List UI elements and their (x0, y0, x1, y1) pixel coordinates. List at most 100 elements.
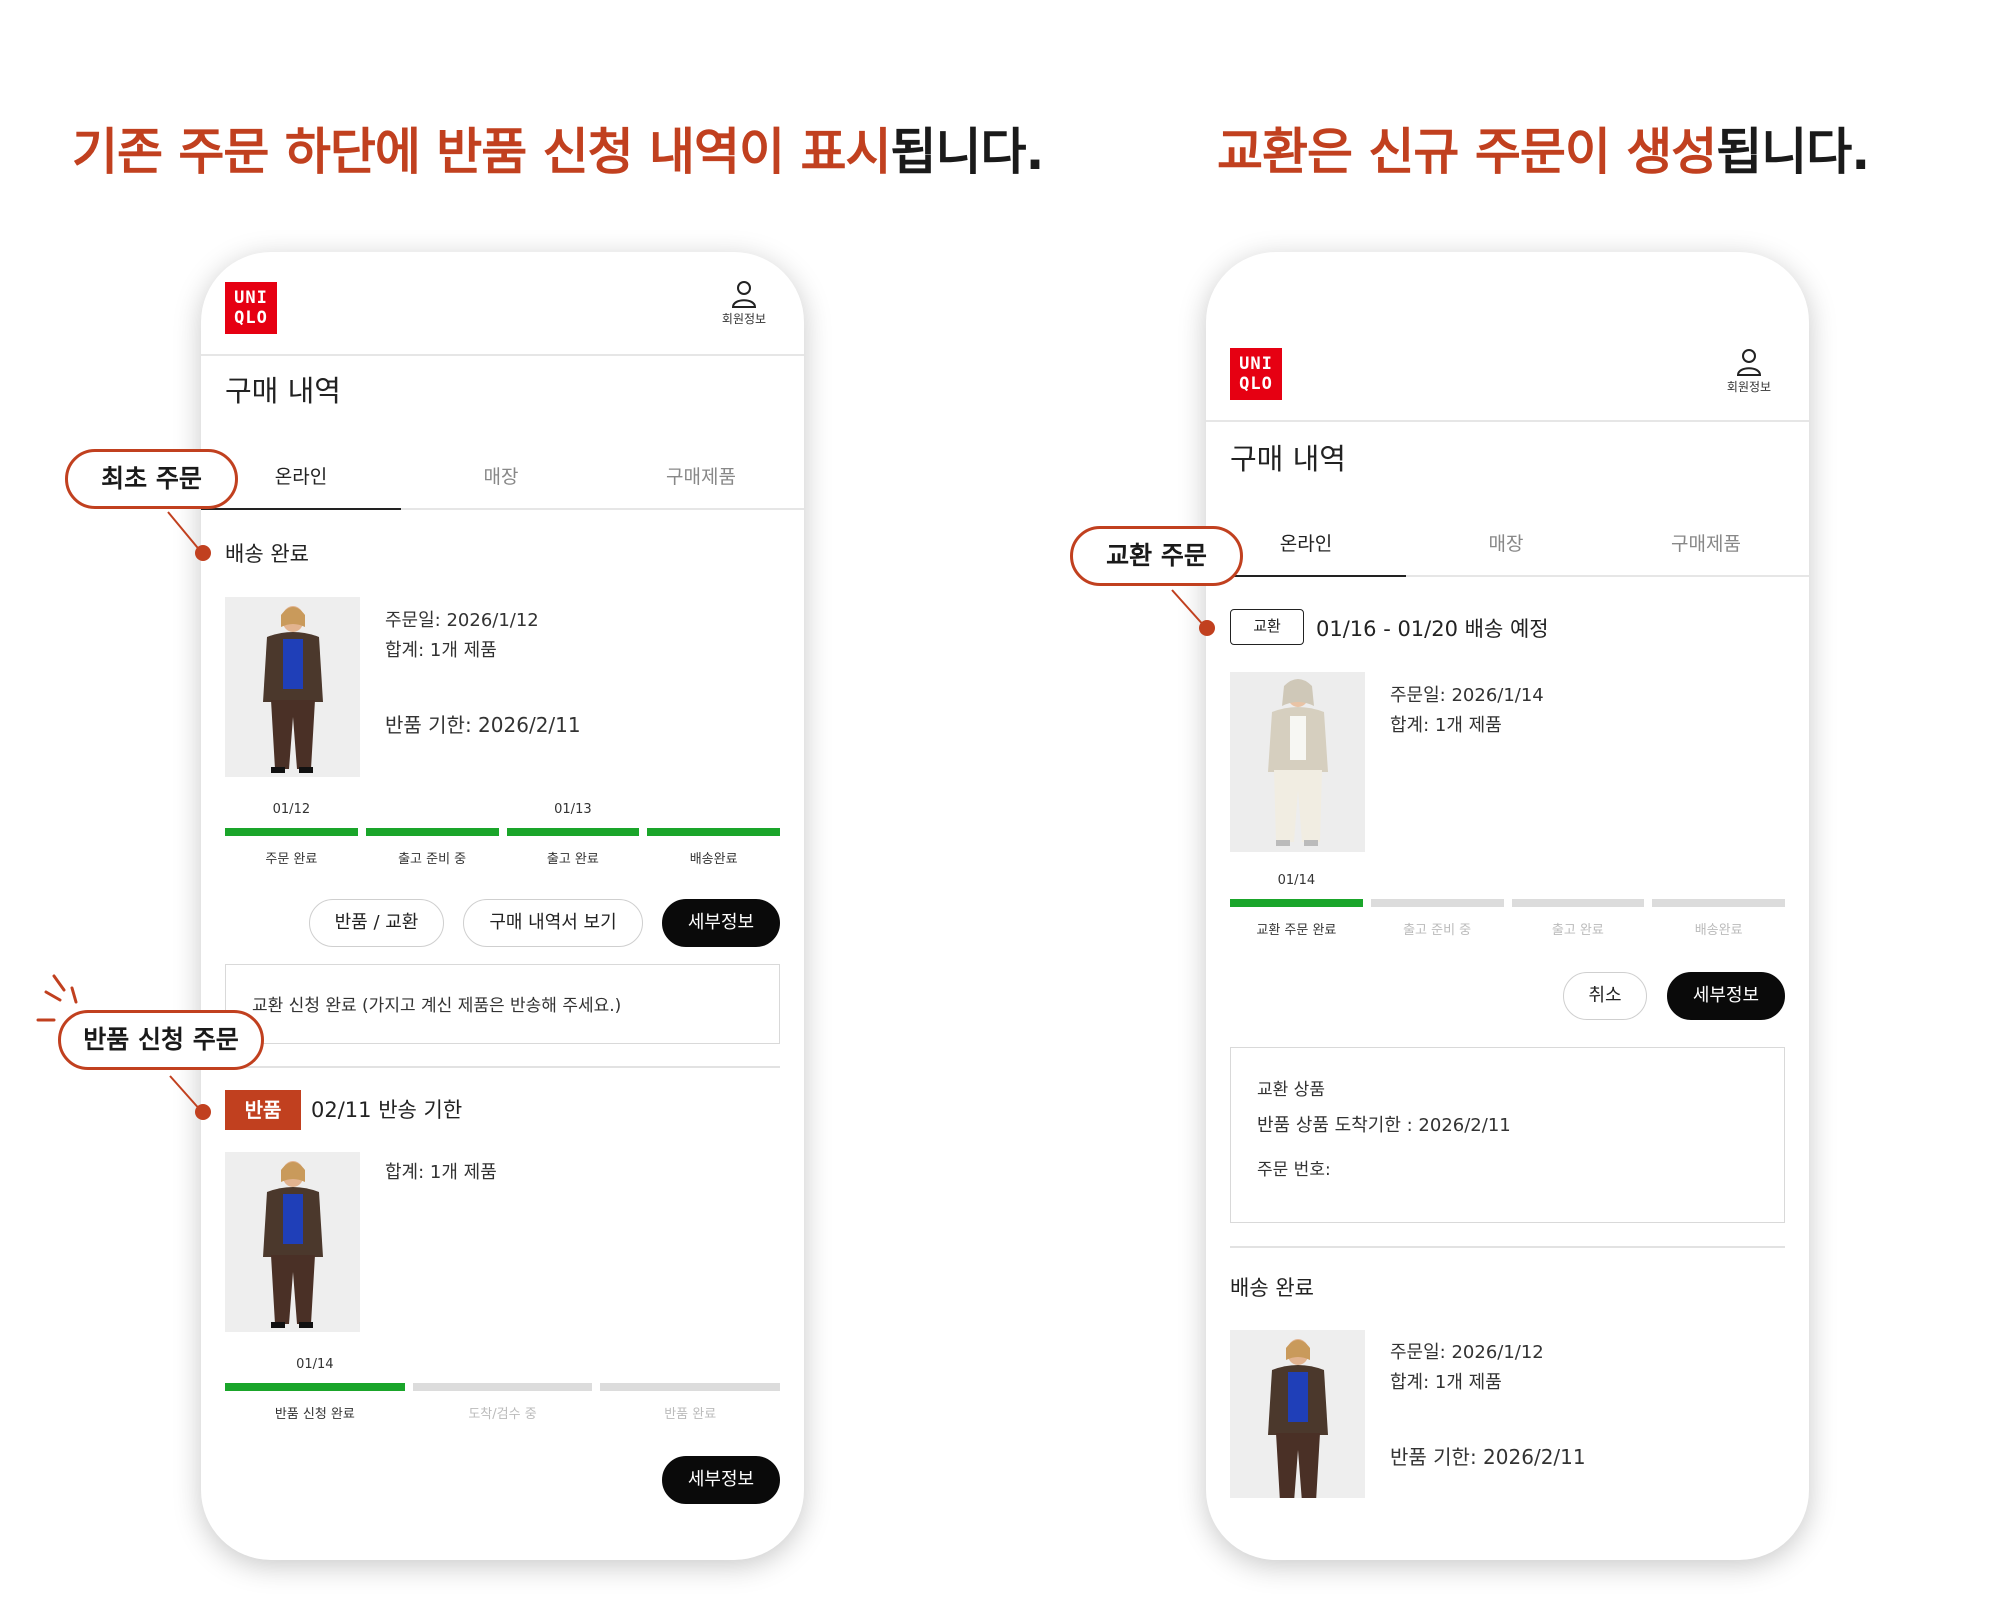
step-bar (506, 828, 640, 836)
step-label: 출고 완료 (546, 852, 599, 867)
right-headline-highlight: 교환은 신규 주문이 생성 (1217, 123, 1717, 181)
step-date (1652, 871, 1785, 891)
return-deadline: 반품 기한: 2026/2/11 (385, 713, 581, 737)
return-progress: 01/14 반품 신청 완료 도착/검수 중 반품 완료 (225, 1355, 781, 1422)
tab-purchased-items[interactable]: 구매제품 (601, 452, 801, 502)
exchange-status: 01/16 - 01/20 배송 예정 (1316, 617, 1549, 641)
left-headline-highlight: 기존 주문 하단에 반품 신청 내역이 표시 (72, 123, 891, 181)
tab-store[interactable]: 매장 (401, 452, 601, 502)
member-info-button[interactable]: 회원정보 (714, 280, 774, 327)
step-label: 배송완료 (1694, 923, 1743, 938)
right-screen: UNI QLO 회원정보 구매 내역 온라인 매장 구매제품 교환 01/16 … (1206, 252, 1809, 1560)
step-date: 01/14 (296, 1357, 334, 1372)
product-image[interactable] (1230, 1330, 1365, 1498)
order-date: 주문일: 2026/1/12 (385, 610, 539, 631)
return-total: 합계: 1개 제품 (385, 1162, 497, 1183)
step-bar (225, 1383, 405, 1391)
step-bar (365, 828, 499, 836)
progress-step: 배송완료 (1652, 871, 1785, 938)
model-light-outfit-image (1230, 672, 1365, 852)
logo-line-2: QLO (1239, 374, 1273, 394)
tab-bar: 온라인 매장 구매제품 (1206, 519, 1809, 577)
progress-step: 도착/검수 중 (412, 1355, 593, 1422)
step-bar (225, 828, 358, 836)
step-label: 주문 완료 (265, 852, 318, 867)
view-receipt-button[interactable]: 구매 내역서 보기 (463, 899, 643, 947)
delivery-progress: 01/12 주문 완료 출고 준비 중 01/13 출고 완료 배송완료 (225, 800, 780, 867)
return-exchange-button[interactable]: 반품 / 교환 (309, 899, 444, 947)
progress-step: 출고 준비 중 (1370, 871, 1504, 938)
order-info: 주문일: 2026/1/12 합계: 1개 제품 반품 기한: 2026/2/1… (385, 606, 581, 740)
exchange-order-date: 주문일: 2026/1/14 (1390, 685, 1544, 706)
tab-bar: 온라인 매장 구매제품 (201, 452, 804, 510)
model-dark-outfit-image (1230, 1330, 1365, 1498)
step-date: 01/12 (272, 802, 311, 817)
step-label: 출고 준비 중 (1403, 923, 1472, 938)
exchange-item-box: 교환 상품 반품 상품 도착기한 : 2026/2/11 주문 번호: (1230, 1047, 1785, 1223)
step-label: 교환 주문 완료 (1256, 923, 1337, 938)
right-phone: UNI QLO 회원정보 구매 내역 온라인 매장 구매제품 교환 01/16 … (1206, 252, 1809, 1560)
page-title: 구매 내역 (1230, 442, 1346, 476)
return-badge: 반품 (225, 1090, 301, 1130)
logo-line-2: QLO (234, 308, 268, 328)
order-date: 주문일: 2026/1/12 (1390, 1342, 1544, 1363)
order-total: 합계: 1개 제품 (385, 640, 497, 661)
order-number: 주문 번호: (1257, 1160, 1331, 1180)
callout-exchange-order: 교환 주문 (1070, 526, 1243, 586)
exchange-badge: 교환 (1230, 609, 1304, 645)
person-icon (731, 281, 757, 308)
progress-step: 01/14 교환 주문 완료 (1230, 871, 1363, 938)
model-dark-outfit-image (225, 597, 360, 777)
step-label: 배송완료 (689, 852, 738, 867)
step-label: 출고 준비 중 (398, 852, 467, 867)
step-bar (1511, 899, 1645, 907)
return-arrival-deadline: 반품 상품 도착기한 : 2026/2/11 (1257, 1115, 1511, 1136)
step-bar (1230, 899, 1363, 907)
product-image[interactable] (225, 597, 360, 777)
left-screen: UNI QLO 회원정보 구매 내역 온라인 매장 구매제품 배송 완료 주문일… (201, 252, 804, 1560)
member-info-label: 회원정보 (721, 312, 767, 326)
step-bar (1652, 899, 1785, 907)
order-status: 배송 완료 (1230, 1276, 1314, 1300)
member-info-label: 회원정보 (1726, 380, 1772, 394)
uniqlo-logo[interactable]: UNI QLO (1230, 348, 1282, 400)
app-header: UNI QLO 회원정보 (1206, 252, 1809, 422)
logo-line-1: UNI (234, 288, 268, 308)
return-info: 합계: 1개 제품 (385, 1158, 497, 1188)
exchange-info: 주문일: 2026/1/14 합계: 1개 제품 (1390, 681, 1544, 741)
cancel-button[interactable]: 취소 (1563, 972, 1647, 1020)
exchange-product-image[interactable] (1230, 672, 1365, 852)
page-title: 구매 내역 (225, 374, 341, 408)
return-status: 02/11 반송 기한 (311, 1098, 463, 1122)
step-bar (412, 1383, 593, 1391)
callout-original-order: 최초 주문 (65, 449, 238, 509)
tab-store[interactable]: 매장 (1406, 519, 1606, 569)
step-label: 도착/검수 중 (468, 1407, 537, 1422)
tab-purchased-items[interactable]: 구매제품 (1606, 519, 1806, 569)
step-bar (647, 828, 780, 836)
step-bar (600, 1383, 781, 1391)
order-divider (1230, 1246, 1785, 1248)
step-label: 반품 신청 완료 (274, 1407, 355, 1422)
left-phone: UNI QLO 회원정보 구매 내역 온라인 매장 구매제품 배송 완료 주문일… (201, 252, 804, 1560)
progress-step: 01/14 반품 신청 완료 (225, 1355, 405, 1422)
left-headline-rest: 됩니다. (890, 123, 1044, 181)
order-total: 합계: 1개 제품 (1390, 1372, 1502, 1393)
progress-step: 출고 준비 중 (365, 800, 499, 867)
exchange-item-title: 교환 상품 (1257, 1080, 1325, 1100)
logo-line-1: UNI (1239, 354, 1273, 374)
details-button[interactable]: 세부정보 (662, 899, 780, 947)
right-headline-rest: 됩니다. (1716, 123, 1870, 181)
exchange-progress: 01/14 교환 주문 완료 출고 준비 중 출고 완료 배송완료 (1230, 871, 1785, 938)
details-button[interactable]: 세부정보 (1667, 972, 1785, 1020)
exchange-notice: 교환 신청 완료 (가지고 계신 제품은 반송해 주세요.) (225, 964, 780, 1044)
step-date (1371, 871, 1504, 891)
order-divider (225, 1066, 780, 1068)
progress-step: 01/13 출고 완료 (506, 800, 640, 867)
step-date (600, 1355, 780, 1375)
return-details-button[interactable]: 세부정보 (662, 1456, 780, 1504)
model-dark-outfit-image (225, 1152, 360, 1332)
uniqlo-logo[interactable]: UNI QLO (225, 282, 277, 334)
return-product-image[interactable] (225, 1152, 360, 1332)
member-info-button[interactable]: 회원정보 (1719, 348, 1779, 395)
